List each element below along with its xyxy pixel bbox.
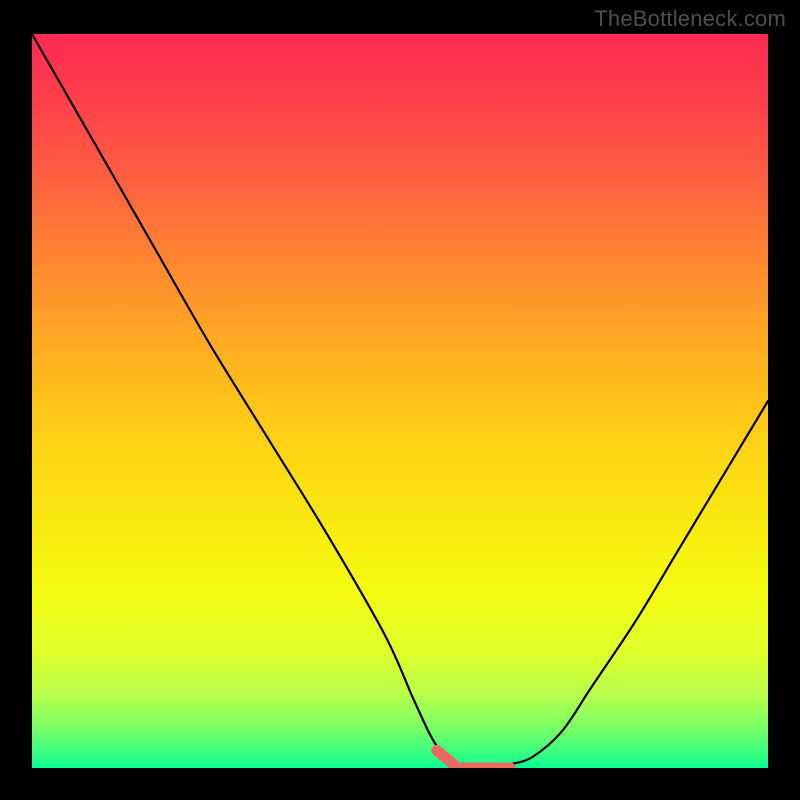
optimal-region-marker [437, 750, 511, 768]
chart-plot-area [32, 34, 768, 768]
chart-curves-svg [32, 34, 768, 768]
bottleneck-curve-path [32, 34, 768, 768]
watermark-text: TheBottleneck.com [594, 6, 786, 32]
